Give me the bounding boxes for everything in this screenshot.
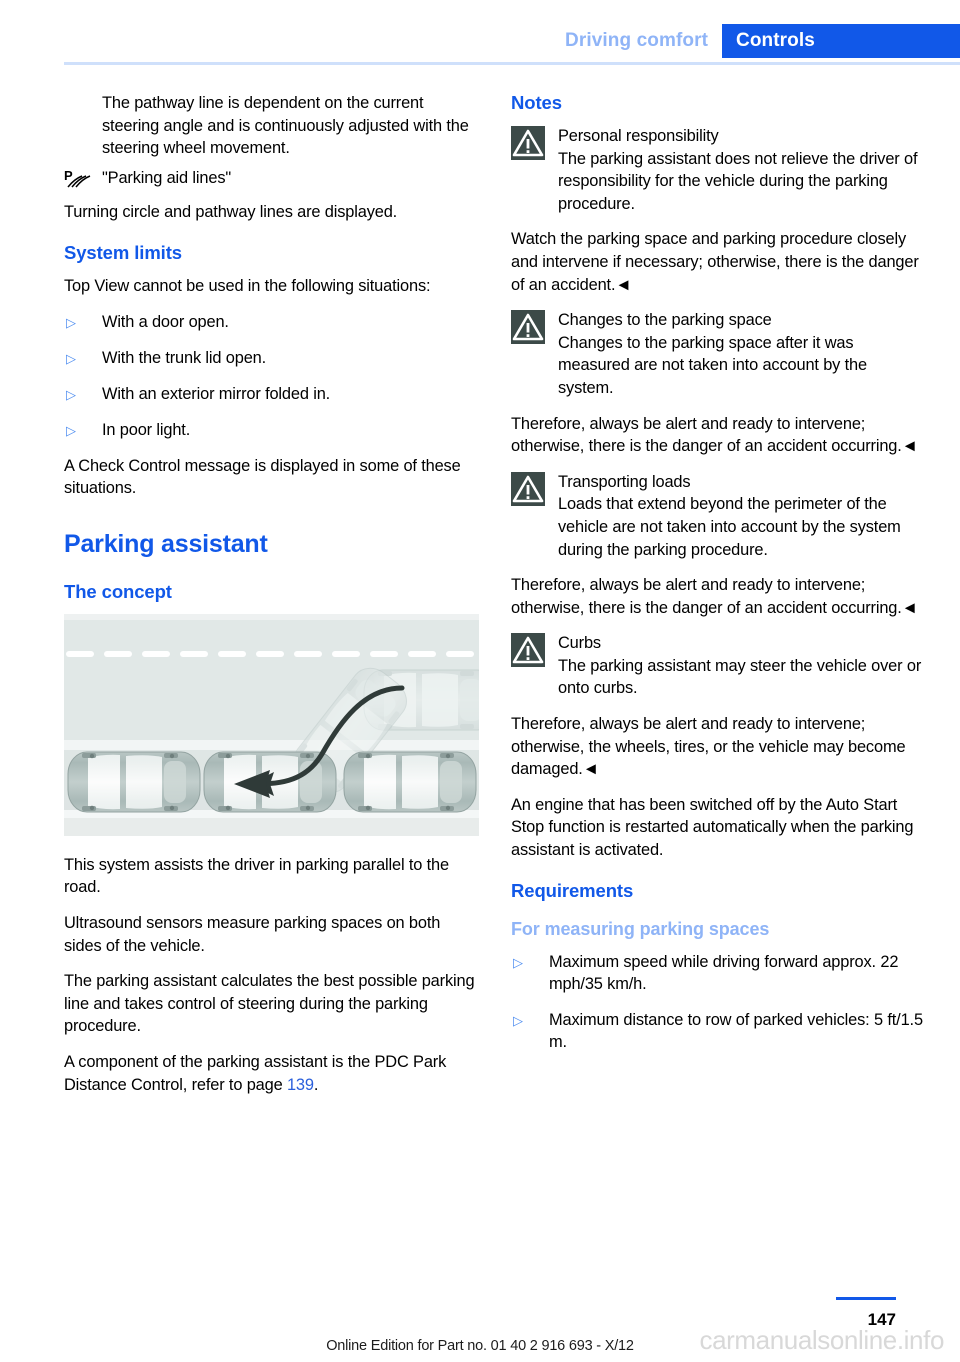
list-item: ▷ With a door open. bbox=[64, 311, 479, 334]
list-item: ▷ Maximum speed while driving forward ap… bbox=[511, 951, 926, 996]
warning-continuation: Watch the parking space and parking proc… bbox=[511, 230, 919, 294]
pdc-reference-suffix: . bbox=[313, 1075, 319, 1094]
list-item: ▷ In poor light. bbox=[64, 419, 479, 442]
heading-requirements: Requirements bbox=[511, 879, 634, 901]
page-number: 147 bbox=[867, 1310, 896, 1329]
breadcrumb-section-controls[interactable]: Controls bbox=[722, 24, 960, 58]
warning-triangle-icon bbox=[511, 310, 545, 345]
warning-continuation: Therefore, always be alert and ready to … bbox=[511, 576, 918, 617]
warning-title: Personal responsibility bbox=[558, 127, 719, 145]
parking-assistant-illustration bbox=[64, 613, 479, 836]
pdc-reference-prefix: A component of the parking assistant is … bbox=[64, 1052, 447, 1094]
heading-system-limits: System limits bbox=[64, 241, 182, 263]
warning-body: Loads that extend beyond the perimeter o… bbox=[558, 495, 901, 559]
system-limits-outro: A Check Control message is displayed in … bbox=[64, 456, 461, 498]
warning-triangle-icon bbox=[511, 633, 545, 668]
parking-aid-lines-row: P "Parking aid lines" bbox=[64, 167, 479, 190]
warning-continuation: Therefore, always be alert and ready to … bbox=[511, 715, 906, 779]
list-item-label: Maximum speed while driving forward appr… bbox=[549, 952, 899, 994]
page-reference-link[interactable]: 139 bbox=[287, 1076, 314, 1094]
pdc-reference-paragraph: A component of the parking assistant is … bbox=[64, 1051, 479, 1096]
symbol-followup-paragraph: Turning circle and pathway lines are dis… bbox=[64, 203, 398, 222]
warning-body: The parking assistant may steer the vehi… bbox=[558, 656, 922, 698]
auto-start-stop-paragraph: An engine that has been switched off by … bbox=[511, 795, 914, 860]
triangle-bullet-icon: ▷ bbox=[513, 1012, 523, 1028]
triangle-bullet-icon: ▷ bbox=[66, 350, 76, 366]
system-limits-intro: Top View cannot be used in the following… bbox=[64, 276, 431, 295]
list-item: ▷ Maximum distance to row of parked vehi… bbox=[511, 1009, 926, 1054]
list-item: ▷ With an exterior mirror folded in. bbox=[64, 383, 479, 406]
breadcrumb-section-driving-comfort[interactable]: Driving comfort bbox=[565, 24, 722, 58]
warning-note: Changes to the parking space Changes to … bbox=[511, 309, 926, 399]
left-column: The pathway line is dependent on the cur… bbox=[64, 92, 479, 1109]
parking-aid-lines-caption: "Parking aid lines" bbox=[102, 168, 232, 187]
list-item: ▷ With the trunk lid open. bbox=[64, 347, 479, 370]
subheading-for-measuring-parking-spaces: For measuring parking spaces bbox=[511, 918, 770, 939]
warning-note: Personal responsibility The parking assi… bbox=[511, 125, 926, 215]
list-item-label: With an exterior mirror folded in. bbox=[102, 384, 331, 403]
page-header: Driving comfort Controls bbox=[0, 0, 960, 68]
list-item-label: Maximum distance to row of parked vehicl… bbox=[549, 1010, 923, 1052]
warning-title: Curbs bbox=[558, 634, 601, 653]
warning-triangle-icon bbox=[511, 471, 545, 506]
warning-note: Transporting loads Loads that extend bey… bbox=[511, 471, 926, 561]
warning-body: Changes to the parking space after it wa… bbox=[558, 333, 867, 397]
triangle-bullet-icon: ▷ bbox=[66, 314, 76, 330]
edition-notice: Online Edition for Part no. 01 40 2 916 … bbox=[326, 1338, 634, 1354]
list-item-label: With a door open. bbox=[102, 312, 229, 331]
warning-note: Curbs The parking assistant may steer th… bbox=[511, 632, 926, 700]
svg-text:P: P bbox=[64, 168, 73, 183]
concept-paragraph-3: The parking assistant calculates the bes… bbox=[64, 972, 475, 1036]
intro-paragraph: The pathway line is dependent on the cur… bbox=[102, 94, 469, 158]
page-footer: 147 Online Edition for Part no. 01 40 2 … bbox=[0, 1272, 960, 1362]
right-column: Notes Personal responsibility The parkin… bbox=[511, 92, 926, 1067]
header-divider bbox=[64, 62, 960, 65]
heading-parking-assistant: Parking assistant bbox=[64, 529, 268, 558]
warning-continuation: Therefore, always be alert and ready to … bbox=[511, 414, 918, 456]
heading-the-concept: The concept bbox=[64, 580, 172, 602]
footer-divider bbox=[836, 1297, 896, 1300]
warning-title: Changes to the parking space bbox=[558, 311, 772, 330]
warning-body: The parking assistant does not relieve t… bbox=[558, 149, 918, 213]
warning-title: Transporting loads bbox=[558, 472, 691, 491]
warning-triangle-icon bbox=[511, 126, 545, 160]
concept-paragraph-1: This system assists the driver in parkin… bbox=[64, 855, 449, 897]
triangle-bullet-icon: ▷ bbox=[66, 386, 76, 402]
triangle-bullet-icon: ▷ bbox=[513, 954, 523, 970]
triangle-bullet-icon: ▷ bbox=[66, 422, 76, 438]
concept-paragraph-2: Ultrasound sensors measure parking space… bbox=[64, 913, 441, 955]
list-item-label: With the trunk lid open. bbox=[102, 348, 267, 367]
list-item-label: In poor light. bbox=[102, 420, 191, 439]
breadcrumb: Driving comfort Controls bbox=[565, 24, 960, 58]
parking-aid-lines-icon: P bbox=[64, 167, 102, 189]
heading-notes: Notes bbox=[511, 92, 562, 113]
